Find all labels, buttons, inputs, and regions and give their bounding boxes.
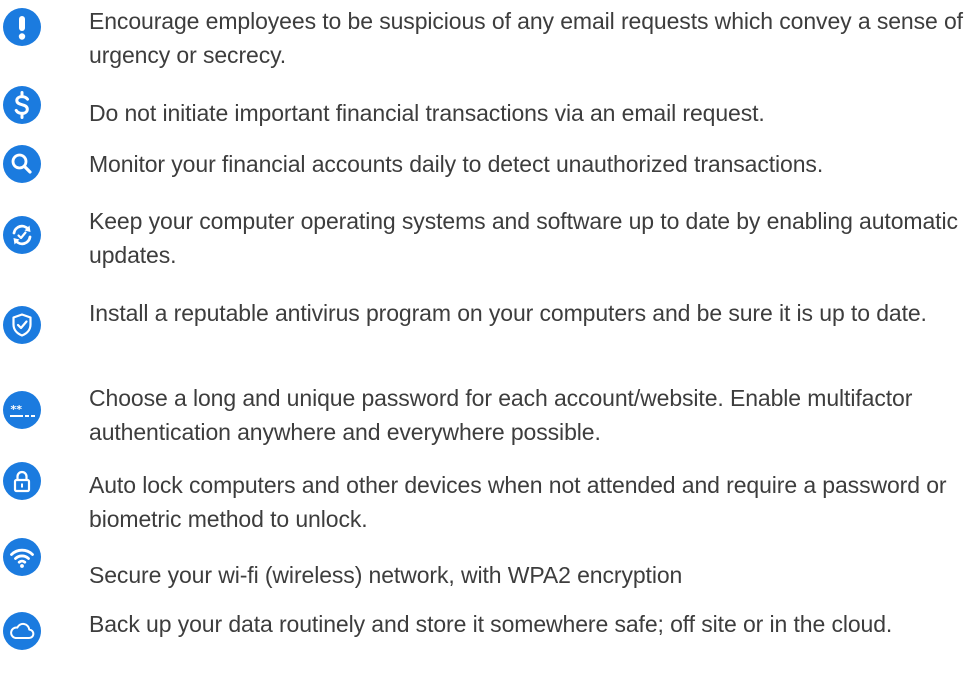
tip-text: Auto lock computers and other devices wh… (89, 472, 947, 532)
wifi-icon (3, 538, 41, 576)
tip-text: Do not initiate important financial tran… (89, 100, 765, 126)
tip-text: Choose a long and unique password for ea… (89, 385, 913, 445)
tip-text: Encourage employees to be suspicious of … (89, 8, 963, 68)
cloud-icon (3, 612, 41, 650)
search-icon (3, 145, 41, 183)
tip-text: Secure your wi-fi (wireless) network, wi… (89, 562, 683, 588)
shield-check-icon (3, 306, 41, 344)
lock-icon (3, 462, 41, 500)
tip-text: Install a reputable antivirus program on… (89, 300, 927, 326)
update-icon (3, 216, 41, 254)
svg-text:**: ** (11, 403, 23, 416)
exclamation-icon (3, 8, 41, 46)
tip-text: Keep your computer operating systems and… (89, 208, 958, 268)
password-icon: ** (3, 391, 41, 429)
tip-text: Monitor your financial accounts daily to… (89, 151, 824, 177)
dollar-icon (3, 86, 41, 124)
tip-text: Back up your data routinely and store it… (89, 611, 893, 637)
